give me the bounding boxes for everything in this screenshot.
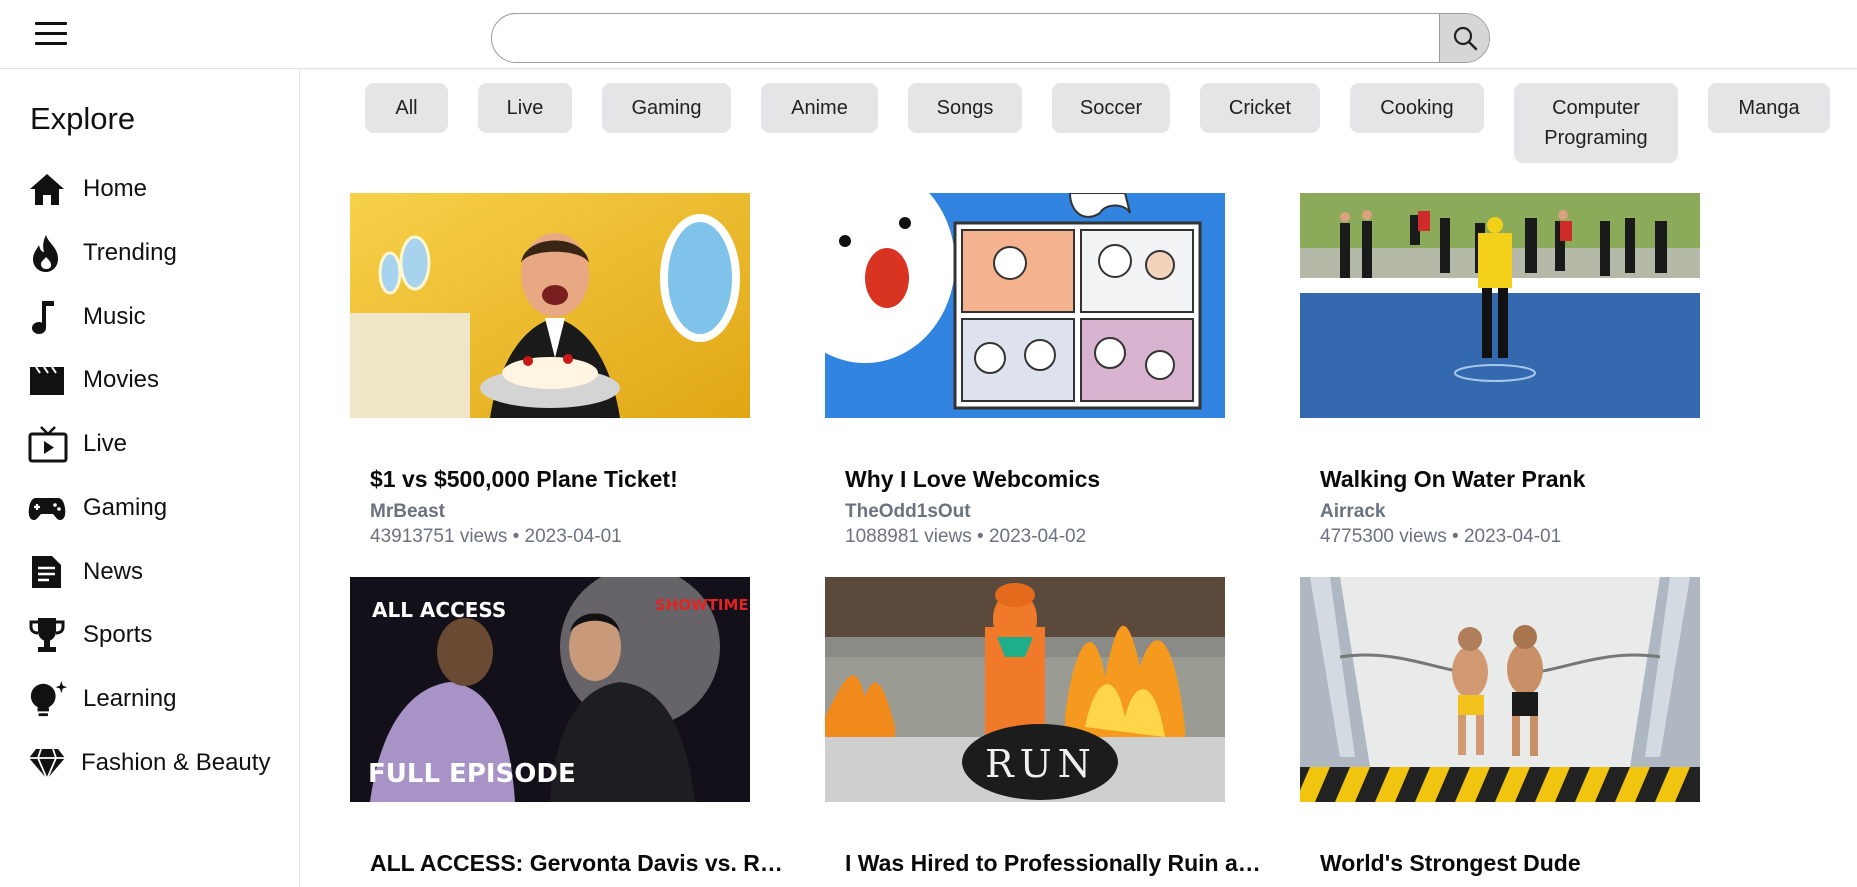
video-channel[interactable]: MrBeast [370,501,445,523]
video-card[interactable]: RUN I Was Hired to Professionally Ruin a… [825,577,1265,887]
lightbulb-icon [28,679,68,719]
sidebar-item-label: Movies [83,366,160,393]
thumb-text-run: RUN [985,742,1097,786]
chip-live[interactable]: Live [478,83,572,133]
sidebar-item-music[interactable]: Music [28,295,268,339]
video-card[interactable]: World's Strongest Dude [1300,577,1700,887]
sidebar-title: Explore [30,101,136,136]
sidebar-item-label: Music [83,303,146,330]
sidebar-item-news[interactable]: News [28,550,268,594]
live-tv-icon [28,424,68,464]
video-channel[interactable]: Airrack [1320,501,1386,523]
chip-all[interactable]: All [365,83,448,133]
sidebar: Explore Home Trending Music Movies Live [0,69,300,887]
home-icon [28,169,68,209]
music-note-icon [28,297,68,337]
sidebar-item-label: Sports [83,621,153,648]
chip-songs[interactable]: Songs [908,83,1022,133]
top-bar [0,0,1857,69]
chip-anime[interactable]: Anime [761,83,878,133]
trophy-icon [28,615,68,655]
chip-computer-programing[interactable]: Computer Programing [1514,83,1678,163]
video-thumbnail[interactable] [350,193,750,418]
video-meta: 1088981 views • 2023-04-02 [845,526,1087,547]
sidebar-item-learning[interactable]: Learning [28,677,268,721]
video-title[interactable]: World's Strongest Dude [1320,850,1740,877]
thumb-text-full-episode: FULL EPISODE [368,759,576,789]
clapperboard-icon [28,360,68,400]
chip-cooking[interactable]: Cooking [1350,83,1484,133]
news-article-icon [28,552,68,592]
sidebar-item-label: Fashion & Beauty [81,749,271,776]
video-card[interactable]: Why I Love Webcomics TheOdd1sOut 1088981… [825,193,1225,553]
search-input[interactable] [492,14,1441,62]
video-meta: 43913751 views • 2023-04-01 [370,526,622,547]
search-icon [1453,26,1477,51]
sidebar-item-sports[interactable]: Sports [28,613,268,657]
sidebar-item-movies[interactable]: Movies [28,358,268,402]
chip-cricket[interactable]: Cricket [1200,83,1320,133]
chip-manga[interactable]: Manga [1708,83,1830,133]
video-title[interactable]: I Was Hired to Professionally Ruin a R..… [845,850,1265,877]
video-title[interactable]: $1 vs $500,000 Plane Ticket! [370,466,790,493]
video-title[interactable]: Walking On Water Prank [1320,466,1740,493]
sidebar-item-trending[interactable]: Trending [28,231,268,275]
sidebar-item-label: Live [83,430,128,457]
video-thumbnail[interactable] [1300,577,1700,802]
video-thumbnail[interactable]: ALL ACCESS SHOWTIME FULL EPISODE [350,577,750,802]
video-channel[interactable]: TheOdd1sOut [845,501,971,523]
search-box [491,13,1490,63]
thumb-text-showtime: SHOWTIME [655,596,749,614]
video-thumbnail[interactable] [825,193,1225,418]
sidebar-item-label: Gaming [83,494,168,521]
sidebar-item-label: Trending [83,239,177,266]
video-title[interactable]: ALL ACCESS: Gervonta Davis vs. Ryan ... [370,850,790,877]
chip-gaming[interactable]: Gaming [602,83,731,133]
video-card[interactable]: ALL ACCESS SHOWTIME FULL EPISODE ALL ACC… [350,577,790,887]
hamburger-menu-icon[interactable] [30,18,72,50]
sidebar-item-label: News [83,558,144,585]
sidebar-item-home[interactable]: Home [28,167,268,211]
thumb-text-all-access: ALL ACCESS [372,598,506,622]
gamepad-icon [28,488,68,528]
sidebar-item-label: Home [83,175,148,202]
video-thumbnail[interactable] [1300,193,1700,418]
chip-soccer[interactable]: Soccer [1052,83,1170,133]
sidebar-item-live[interactable]: Live [28,422,268,466]
video-title[interactable]: Why I Love Webcomics [845,466,1265,493]
video-card[interactable]: Walking On Water Prank Airrack 4775300 v… [1300,193,1700,553]
sidebar-item-fashion-beauty[interactable]: Fashion & Beauty [28,741,271,785]
search-button[interactable] [1439,14,1489,62]
flame-icon [28,233,68,273]
diamond-icon [28,743,66,783]
video-card[interactable]: $1 vs $500,000 Plane Ticket! MrBeast 439… [350,193,750,553]
video-thumbnail[interactable]: RUN [825,577,1225,802]
sidebar-item-label: Learning [83,685,177,712]
sidebar-item-gaming[interactable]: Gaming [28,486,268,530]
video-meta: 4775300 views • 2023-04-01 [1320,526,1562,547]
